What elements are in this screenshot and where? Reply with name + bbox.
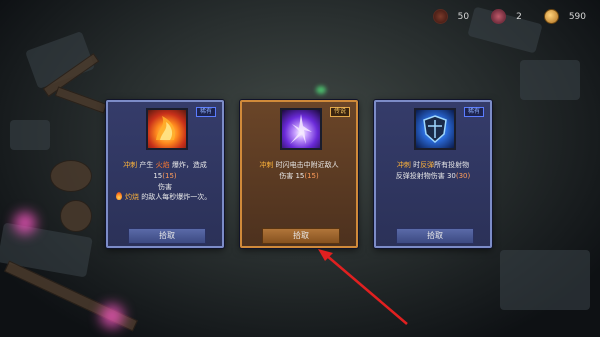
arrow-shaft [325,254,408,325]
annotation-arrow [318,249,408,325]
